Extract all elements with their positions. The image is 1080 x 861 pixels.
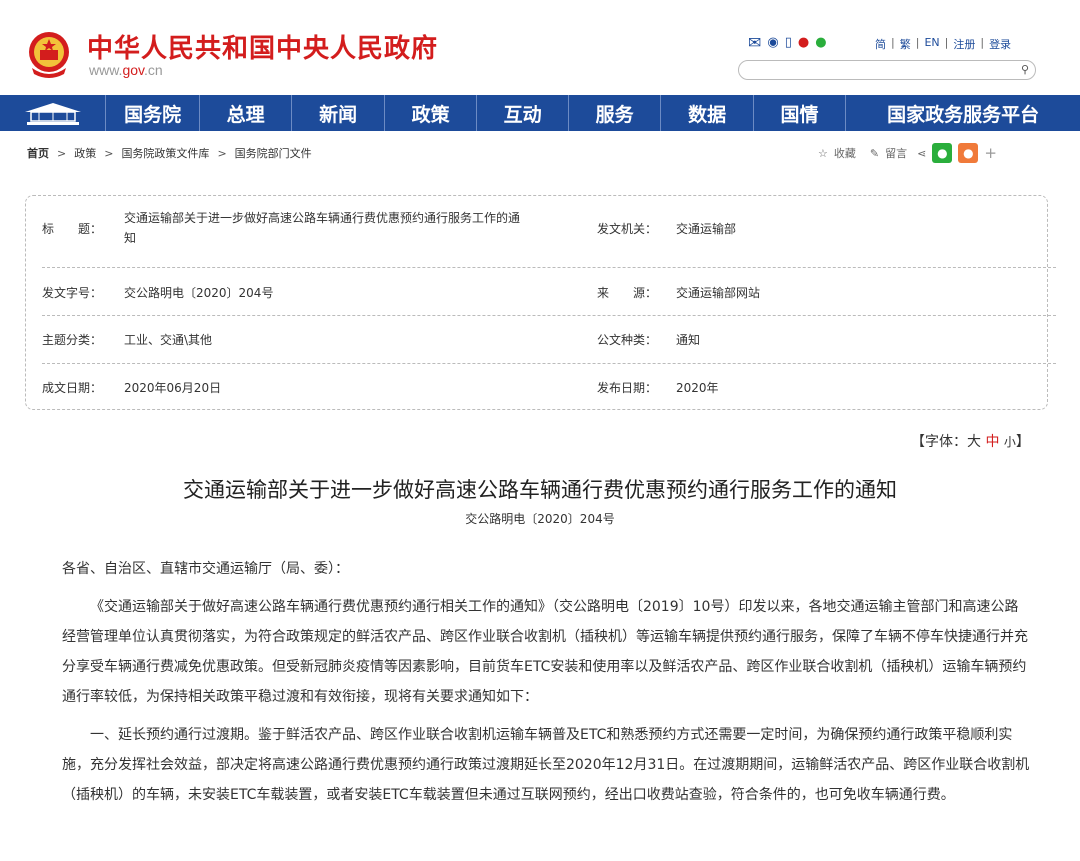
document-info-panel: 标 题： 交通运输部关于进一步做好高速公路车辆通行费优惠预约通行服务工作的通 知… [25, 195, 1056, 410]
date-label: 成文日期： [42, 381, 103, 395]
font-size-label: 【字体： [911, 434, 967, 450]
divider [42, 363, 1056, 364]
font-size-medium[interactable]: 中 [985, 434, 999, 450]
font-size-switcher: 【字体：大 中 小】 [911, 431, 1030, 451]
font-size-small[interactable]: 小 [1004, 435, 1016, 449]
search-input[interactable]: ⚲ [738, 60, 1036, 80]
docno-value: 交公路明电〔2020〕204号 [124, 286, 274, 300]
font-size-bracket: 】 [1015, 434, 1030, 450]
collect-link[interactable]: 收藏 [834, 145, 856, 161]
wechat-icon[interactable]: ● [815, 35, 826, 51]
weibo-icon[interactable]: ● [798, 35, 809, 51]
weibo-share-icon[interactable]: ● [958, 143, 979, 163]
nav-item-news[interactable]: 新闻 [291, 95, 383, 131]
lang-english[interactable]: EN [924, 36, 939, 52]
national-emblem-icon[interactable] [26, 30, 72, 80]
title-value-line-2: 知 [124, 231, 137, 245]
share-icon[interactable]: ⋖ [917, 147, 926, 160]
nav-item-state-council[interactable]: 国务院 [105, 95, 198, 131]
search-icon[interactable]: ⚲ [1021, 63, 1029, 76]
topic-value: 工业、交通\其他 [124, 333, 213, 347]
paragraph: 一、延长预约通行过渡期。鉴于鲜活农产品、跨区作业联合收割机运输车辆普及ETC和熟… [62, 727, 1030, 803]
font-size-large[interactable]: 大 [967, 434, 981, 450]
date-value: 2020年06月20日 [124, 381, 222, 395]
salutation: 各省、自治区、直辖市交通运输厅（局、委）： [62, 561, 349, 577]
url-cn: .cn [144, 62, 163, 78]
nav-home[interactable] [0, 95, 105, 131]
info-row-title: 标 题： 交通运输部关于进一步做好高速公路车辆通行费优惠预约通行服务工作的通 知… [42, 208, 1054, 250]
breadcrumb: 首页 > 政策 > 国务院政策文件库 > 国务院部门文件 [27, 147, 312, 160]
chat-icon[interactable]: ◉ [767, 35, 778, 51]
site-url[interactable]: www.gov.cn [89, 62, 163, 78]
document-body: 各省、自治区、直辖市交通运输厅（局、委）： 《交通运输部关于做好高速公路车辆通行… [62, 554, 1032, 818]
url-gov: gov [122, 62, 144, 78]
document-number: 交公路明电〔2020〕204号 [465, 512, 615, 526]
docno-label: 发文字号： [42, 286, 103, 300]
comment-link[interactable]: 留言 [885, 145, 907, 161]
url-www: www. [89, 62, 123, 78]
topic-label: 主题分类： [42, 333, 103, 347]
nav-item-gov-service-platform[interactable]: 国家政务服务平台 [845, 95, 1080, 131]
lang-simplified[interactable]: 简 [875, 36, 886, 52]
issuer-value: 交通运输部 [676, 222, 737, 236]
breadcrumb-policy[interactable]: 政策 [74, 147, 96, 160]
nav-item-policy[interactable]: 政策 [383, 95, 476, 131]
source-value: 交通运输部网站 [676, 286, 761, 300]
star-icon[interactable]: ☆ [818, 147, 828, 160]
share-toolbar: ☆ 收藏 ✎ 留言 ⋖ ● ● + [818, 143, 997, 163]
main-nav: 国务院 总理 新闻 政策 互动 服务 数据 国情 国家政务服务平台 [0, 95, 1080, 131]
document-title: 交通运输部关于进一步做好高速公路车辆通行费优惠预约通行服务工作的通知 [183, 478, 897, 502]
mobile-icon[interactable]: ▯ [785, 35, 792, 51]
type-value: 通知 [676, 333, 701, 347]
nav-item-interaction[interactable]: 互动 [476, 95, 568, 131]
paragraph: 《交通运输部关于做好高速公路车辆通行费优惠预约通行相关工作的通知》（交公路明电〔… [62, 599, 1028, 705]
breadcrumb-policy-library[interactable]: 国务院政策文件库 [121, 147, 209, 160]
top-icons: ✉ ◉ ▯ ● ● [748, 34, 827, 52]
nav-item-premier[interactable]: 总理 [198, 95, 291, 131]
nav-item-services[interactable]: 服务 [567, 95, 660, 131]
type-label: 公文种类： [597, 333, 658, 347]
gate-icon [24, 103, 81, 125]
wechat-share-icon[interactable]: ● [932, 143, 953, 163]
more-share-icon[interactable]: + [984, 144, 997, 162]
mail-icon[interactable]: ✉ [748, 35, 761, 51]
site-title[interactable]: 中华人民共和国中央人民政府 [87, 28, 438, 65]
divider [42, 267, 1056, 268]
login-link[interactable]: 登录 [989, 36, 1011, 52]
register-link[interactable]: 注册 [953, 36, 975, 52]
nav-item-national-info[interactable]: 国情 [752, 95, 845, 131]
divider [42, 315, 1056, 316]
pub-date-label: 发布日期： [597, 381, 658, 395]
lang-traditional[interactable]: 繁 [900, 36, 911, 52]
breadcrumb-home[interactable]: 首页 [27, 147, 49, 160]
breadcrumb-dept-docs[interactable]: 国务院部门文件 [235, 147, 312, 160]
issuer-label: 发文机关： [597, 222, 658, 236]
nav-item-data[interactable]: 数据 [660, 95, 752, 131]
title-label: 标 题： [42, 222, 103, 236]
title-value-line-1: 交通运输部关于进一步做好高速公路车辆通行费优惠预约通行服务工作的通 [124, 211, 521, 225]
language-links: 简 | 繁 | EN | 注册 | 登录 [875, 36, 1012, 52]
source-label: 来 源： [597, 286, 658, 300]
pub-date-value: 2020年 [676, 381, 719, 395]
site-header: 中华人民共和国中央人民政府 www.gov.cn ✉ ◉ ▯ ● ● 简 | 繁 |… [0, 0, 1080, 95]
pen-icon[interactable]: ✎ [870, 147, 879, 160]
title-value: 交通运输部关于进一步做好高速公路车辆通行费优惠预约通行服务工作的通 知 [124, 208, 594, 248]
